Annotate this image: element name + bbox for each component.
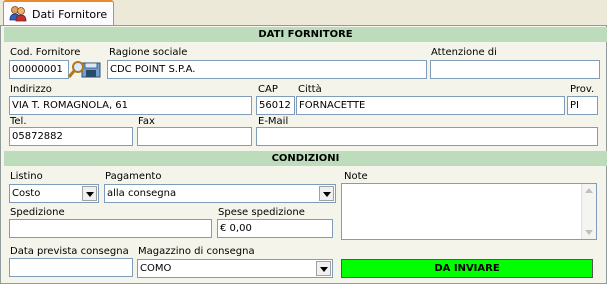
spedizione-field[interactable] bbox=[9, 219, 212, 238]
prov-label: Prov. bbox=[570, 84, 595, 95]
chevron-down-icon[interactable] bbox=[316, 261, 331, 276]
name-field[interactable]: CDC POINT S.P.A. bbox=[107, 60, 427, 79]
section-header-supplier: DATI FORNITORE bbox=[4, 27, 607, 42]
city-label: Città bbox=[298, 84, 322, 95]
search-folder-icon bbox=[67, 61, 101, 78]
listino-label: Listino bbox=[10, 171, 43, 182]
address-field[interactable]: VIA T. ROMAGNOLA, 61 bbox=[9, 96, 252, 115]
people-icon bbox=[9, 6, 27, 22]
note-textarea[interactable] bbox=[341, 183, 597, 240]
scroll-up-icon[interactable] bbox=[582, 184, 596, 198]
pagamento-select[interactable]: alla consegna bbox=[104, 184, 336, 203]
pagamento-label: Pagamento bbox=[105, 171, 162, 182]
email-field[interactable] bbox=[256, 127, 598, 146]
status-badge: DA INVIARE bbox=[341, 259, 593, 278]
data-field[interactable] bbox=[9, 258, 133, 277]
fax-field[interactable] bbox=[137, 127, 252, 146]
listino-value: Costo bbox=[12, 188, 41, 199]
chevron-down-icon[interactable] bbox=[319, 186, 334, 201]
spese-field[interactable]: € 0,00 bbox=[217, 219, 333, 238]
magazzino-label: Magazzino di consegna bbox=[138, 246, 255, 257]
spedizione-label: Spedizione bbox=[10, 207, 65, 218]
name-label: Ragione sociale bbox=[109, 47, 188, 58]
fax-label: Fax bbox=[138, 116, 155, 127]
address-label: Indirizzo bbox=[10, 84, 52, 95]
note-scrollbar[interactable] bbox=[581, 184, 596, 239]
code-label: Cod. Fornitore bbox=[10, 47, 81, 58]
attention-field[interactable] bbox=[430, 60, 600, 79]
tel-field[interactable]: 05872882 bbox=[9, 127, 133, 146]
tab-label: Dati Fornitore bbox=[32, 8, 108, 21]
listino-select[interactable]: Costo bbox=[9, 184, 99, 203]
pagamento-value: alla consegna bbox=[107, 188, 177, 199]
cap-field[interactable]: 56012 bbox=[256, 96, 295, 115]
city-field[interactable]: FORNACETTE bbox=[296, 96, 565, 115]
prov-field[interactable]: PI bbox=[567, 96, 598, 115]
magazzino-value: COMO bbox=[140, 263, 172, 274]
data-label: Data prevista consegna bbox=[10, 246, 129, 257]
tab-dati-fornitore[interactable]: Dati Fornitore bbox=[3, 0, 114, 27]
note-label: Note bbox=[344, 171, 368, 182]
magazzino-select[interactable]: COMO bbox=[137, 259, 333, 278]
attention-label: Attenzione di bbox=[431, 47, 497, 58]
spese-label: Spese spedizione bbox=[218, 207, 305, 218]
chevron-down-icon[interactable] bbox=[82, 186, 97, 201]
cap-label: CAP bbox=[258, 84, 278, 95]
search-folder-button[interactable] bbox=[67, 59, 103, 80]
email-label: E-Mail bbox=[258, 116, 289, 127]
tel-label: Tel. bbox=[10, 116, 27, 127]
scroll-down-icon[interactable] bbox=[582, 225, 596, 239]
code-field[interactable]: 00000001 bbox=[9, 60, 69, 79]
section-header-conditions: CONDIZIONI bbox=[4, 151, 607, 166]
